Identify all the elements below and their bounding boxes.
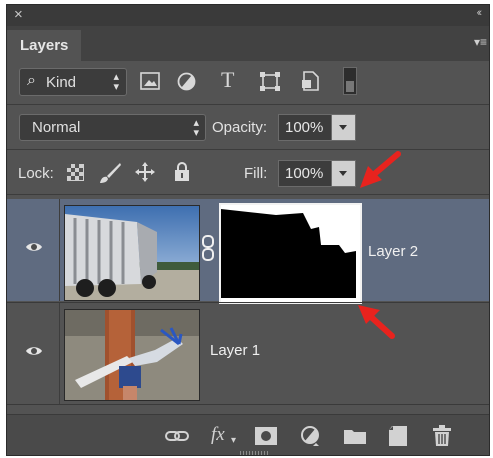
resize-grip[interactable] — [240, 451, 270, 455]
tab-layers[interactable]: Layers — [7, 30, 81, 61]
layer-1-thumbnail[interactable] — [64, 309, 200, 401]
fill-dropdown-button[interactable] — [331, 161, 355, 186]
type-filter-icon[interactable]: T — [221, 67, 234, 93]
visibility-column — [7, 199, 60, 301]
kind-label: Kind — [46, 74, 77, 91]
ground-photo — [65, 310, 199, 400]
search-icon: ⌕ — [27, 72, 36, 89]
opacity-label: Opacity: — [212, 119, 268, 136]
opacity-dropdown-button[interactable] — [331, 115, 355, 140]
kind-filter-dropdown[interactable]: ⌕ Kind ▴ ▾ — [19, 68, 127, 96]
opacity-field[interactable]: 100% — [278, 114, 356, 141]
opacity-value: 100% — [285, 119, 324, 136]
layer-2-name: Layer 2 — [368, 243, 419, 260]
smart-object-filter-icon[interactable] — [301, 71, 319, 91]
divider — [7, 194, 489, 195]
bottom-toolbar: fx ▾ — [7, 414, 489, 455]
layer-1-name: Layer 1 — [210, 342, 261, 359]
lock-label: Lock: — [18, 165, 54, 182]
trash-icon[interactable] — [433, 425, 451, 446]
blend-mode-value: Normal — [32, 119, 81, 136]
truck-photo — [65, 206, 199, 300]
mask-link-icon[interactable] — [202, 235, 214, 261]
shape-filter-icon[interactable] — [260, 72, 280, 91]
fill-label: Fill: — [244, 165, 268, 182]
eye-icon[interactable] — [25, 241, 43, 253]
new-group-icon[interactable] — [344, 428, 366, 444]
fill-value: 100% — [285, 165, 324, 182]
image-filter-icon[interactable] — [140, 72, 160, 90]
chevron-updown-icon: ▴ ▾ — [113, 71, 119, 93]
lock-image-pixels-brush-icon[interactable] — [98, 162, 122, 184]
eye-icon[interactable] — [25, 345, 43, 357]
divider — [7, 104, 489, 105]
row-divider — [7, 404, 489, 405]
chevron-updown-icon: ▴ ▾ — [193, 117, 199, 139]
collapse-icon[interactable]: ‹‹ — [477, 7, 483, 19]
annotation-arrow-fill — [360, 151, 401, 188]
visibility-column — [7, 303, 60, 405]
panel-menu-icon[interactable]: ▾≡ — [474, 35, 487, 49]
link-layers-icon[interactable] — [165, 430, 189, 442]
close-icon[interactable]: × — [14, 6, 23, 23]
add-mask-icon[interactable] — [255, 427, 277, 445]
lock-transparent-pixels-icon[interactable] — [67, 164, 84, 181]
fx-icon[interactable]: fx — [211, 424, 225, 446]
panel-titlebar: × ‹‹ — [7, 5, 489, 26]
mask-silhouette — [221, 205, 356, 298]
blend-mode-dropdown[interactable]: Normal ▴ ▾ — [19, 114, 206, 141]
filter-toggle-switch[interactable] — [343, 67, 357, 95]
adjustment-layer-icon[interactable] — [301, 426, 321, 446]
lock-position-move-icon[interactable] — [134, 161, 156, 183]
layer-2-mask-thumbnail[interactable] — [219, 203, 362, 304]
new-layer-icon[interactable] — [389, 426, 407, 446]
layer-row-layer-1[interactable]: Layer 1 — [7, 303, 489, 405]
fx-dropdown-arrow-icon: ▾ — [231, 435, 237, 446]
layer-row-layer-2[interactable]: Layer 2 — [7, 199, 489, 304]
adjustment-filter-icon[interactable] — [177, 72, 196, 91]
tab-row: Layers ▾≡ — [7, 26, 489, 61]
layers-panel: × ‹‹ Layers ▾≡ ⌕ Kind ▴ ▾ T Normal ▴ ▾ Opa… — [6, 4, 490, 456]
fill-field[interactable]: 100% — [278, 160, 356, 187]
lock-all-icon[interactable] — [174, 161, 190, 182]
layers-list: Layer 2 Layer 1 — [7, 198, 489, 406]
divider — [7, 149, 489, 150]
annotation-arrow-mask — [358, 305, 395, 339]
layer-2-thumbnail[interactable] — [64, 205, 200, 301]
